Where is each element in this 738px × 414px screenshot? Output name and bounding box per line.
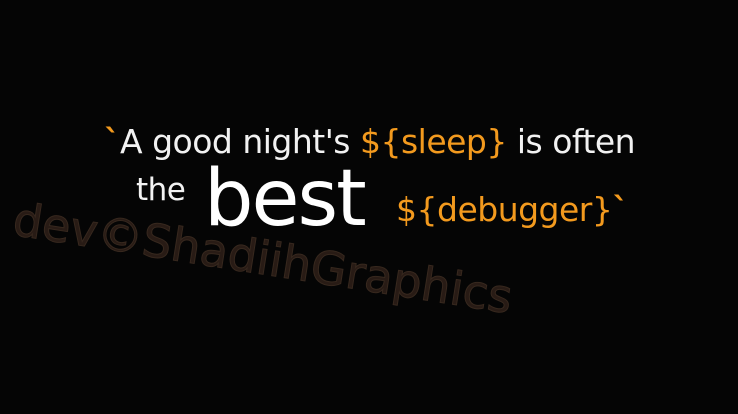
quote-text-part2: is often — [506, 122, 636, 161]
quote-canvas: dev©ShadiihGraphics `A good night's ${sl… — [0, 0, 738, 414]
quote-variable-sleep: ${sleep} — [359, 122, 507, 161]
quote-word-the: the — [136, 172, 186, 208]
quote-word-best: best — [204, 154, 367, 244]
quote-line-2-end: ${debugger}` — [396, 190, 629, 229]
quote-variable-debugger: ${debugger} — [396, 190, 613, 229]
close-backtick: ` — [612, 190, 629, 229]
quote-line-1: `A good night's ${sleep} is often — [104, 122, 636, 161]
open-backtick: ` — [104, 122, 121, 161]
